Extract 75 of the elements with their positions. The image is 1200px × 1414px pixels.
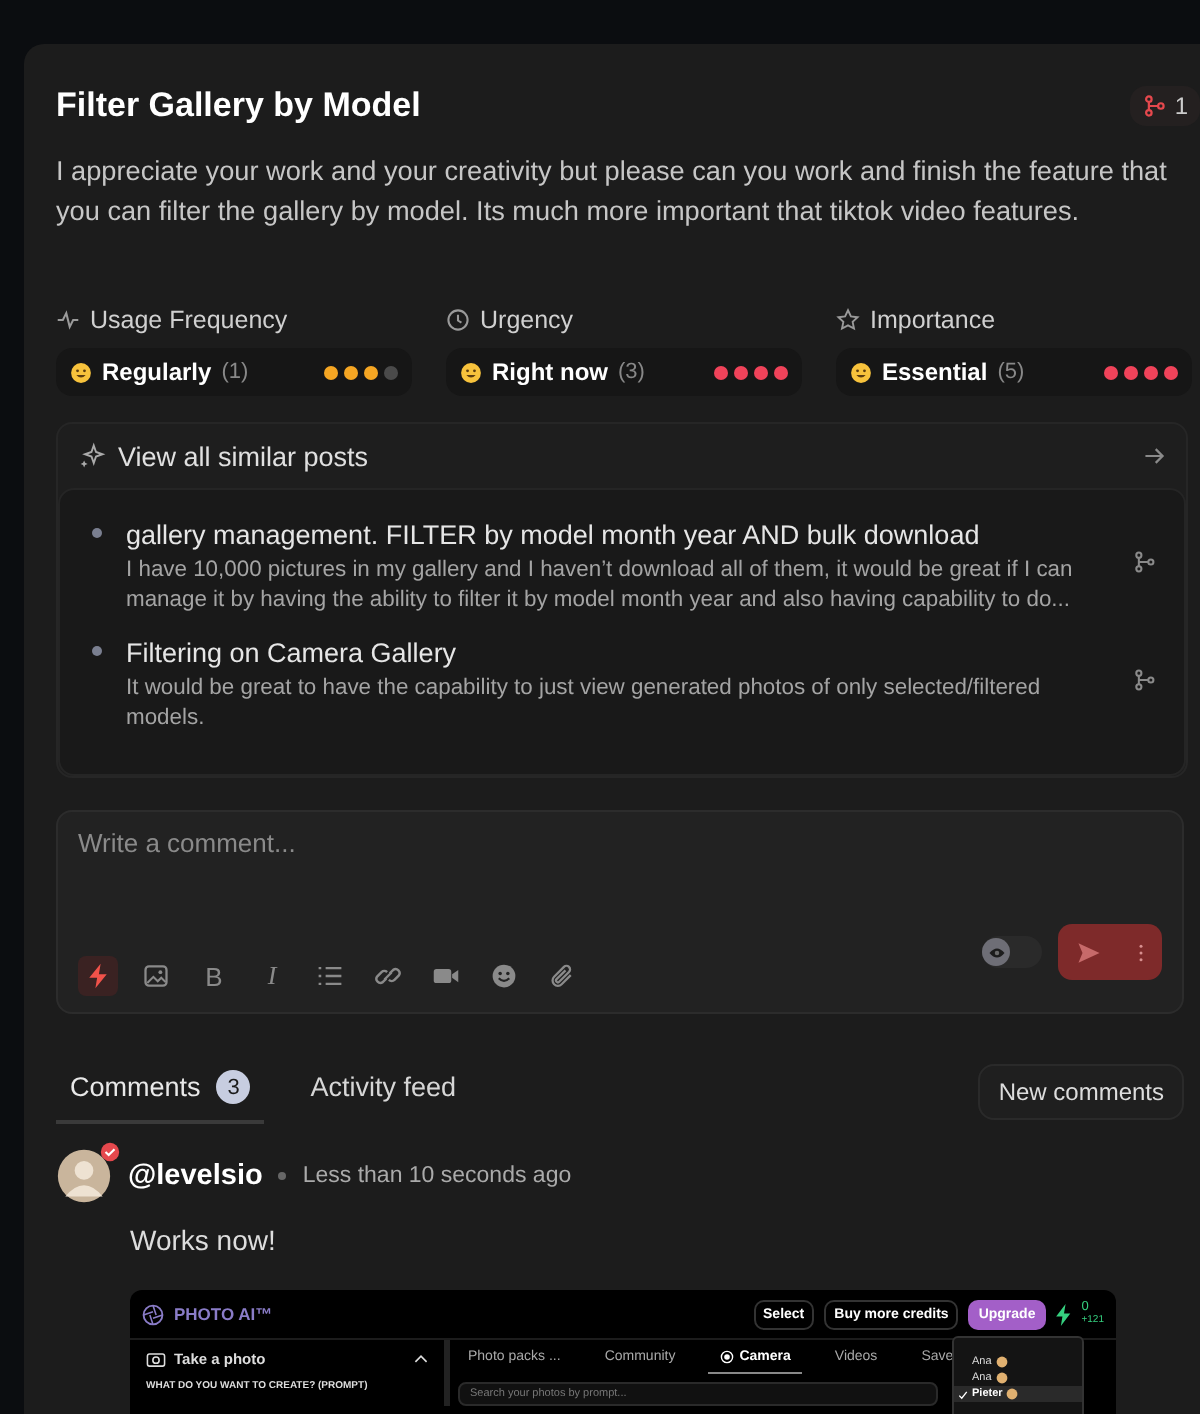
rating-dot xyxy=(364,365,378,379)
view-similar-posts-link[interactable]: View all similar posts xyxy=(58,424,1186,488)
link-icon xyxy=(374,962,402,990)
branch-icon[interactable] xyxy=(1132,668,1156,692)
smiley-icon xyxy=(850,361,872,383)
similar-post-title[interactable]: Filtering on Camera Gallery xyxy=(126,636,1108,670)
similar-post-title[interactable]: gallery management. FILTER by model month year AND bulk download xyxy=(126,518,1108,552)
comment-field[interactable]: Write a comment... B I xyxy=(56,810,1184,1014)
rating-dot xyxy=(734,365,748,379)
rating-dot xyxy=(1144,365,1158,379)
check-icon xyxy=(958,1389,968,1399)
rating-label: Usage Frequency xyxy=(90,306,288,334)
bullet-dot xyxy=(92,646,102,656)
arrow-right-icon xyxy=(1142,444,1166,468)
eye-icon xyxy=(987,943,1005,961)
rating-count: (1) xyxy=(221,360,249,384)
app-logo-text: PHOTO AI™ xyxy=(174,1304,273,1324)
rating-label: Importance xyxy=(870,306,996,334)
rating-pill[interactable]: Right now (3) xyxy=(446,348,802,396)
italic-button[interactable]: I xyxy=(252,956,292,996)
smiley-icon xyxy=(490,962,518,990)
merge-button[interactable]: 1 xyxy=(1130,86,1200,126)
target-icon xyxy=(719,1350,734,1364)
new-comments-button[interactable]: New comments xyxy=(978,1063,1184,1119)
post-title: Filter Gallery by Model xyxy=(56,84,421,128)
clock-icon xyxy=(446,308,470,332)
aperture-icon xyxy=(142,1303,164,1325)
rating-dot xyxy=(754,365,768,379)
bolt-icon xyxy=(84,962,112,990)
private-toggle[interactable] xyxy=(982,936,1042,968)
rating-dot xyxy=(384,365,398,379)
branch-icon xyxy=(1142,94,1167,118)
bold-button[interactable]: B xyxy=(194,956,234,996)
sparkle-icon xyxy=(78,442,106,470)
rating-count: (3) xyxy=(617,360,645,384)
rating-label: Urgency xyxy=(480,306,574,334)
rating-dot xyxy=(324,365,338,379)
post-description: I appreciate your work and your creativity but please can you work and finish the feature that you can filter the gallery by model. Its much more important that tiktok video features. xyxy=(56,154,1169,230)
paperclip-icon xyxy=(548,962,576,990)
count-badge: 3 xyxy=(216,1070,251,1104)
avatar[interactable] xyxy=(56,1148,112,1204)
comment-time: Less than 10 seconds ago xyxy=(302,1164,572,1188)
rating-pill[interactable]: Essential (5) xyxy=(836,348,1192,396)
rating-value: Right now xyxy=(492,358,608,386)
rating-value: Regularly xyxy=(102,358,212,386)
rating-dot xyxy=(344,365,358,379)
bullet-dot xyxy=(92,528,102,538)
tab[interactable]: Activity feed xyxy=(296,1058,471,1124)
rating-dot xyxy=(774,365,788,379)
rating-dot xyxy=(1124,365,1138,379)
smiley-icon xyxy=(70,361,92,383)
pulse-icon xyxy=(56,308,80,332)
comment-author[interactable]: @levelsio xyxy=(128,1160,263,1192)
comment-text: Works now! xyxy=(130,1224,278,1256)
branch-icon[interactable] xyxy=(1132,550,1156,574)
bolt-icon xyxy=(1055,1303,1072,1325)
smiley-icon xyxy=(460,361,482,383)
camera-icon xyxy=(146,1350,166,1368)
rating-dot xyxy=(714,365,728,379)
tab[interactable]: Comments 3 xyxy=(56,1058,265,1124)
separator-dot xyxy=(278,1172,287,1180)
rating-pill[interactable]: Regularly (1) xyxy=(56,348,412,396)
chevron-up-icon[interactable] xyxy=(414,1354,428,1364)
rating-dot xyxy=(1164,365,1178,379)
similar-post-excerpt: It would be great to have the capability to just view generated photos of only selected/filtered models. xyxy=(126,674,1043,734)
similar-post-excerpt: I have 10,000 pictures in my gallery and I haven’t download all of them, it would be great if I can manage it by having the ability to filter it by model month year and also having capability to do... xyxy=(126,556,1075,616)
rating-value: Essential xyxy=(882,358,988,386)
rating-dot xyxy=(1104,365,1118,379)
more-icon[interactable] xyxy=(1138,941,1144,963)
rating-count: (5) xyxy=(997,360,1025,384)
list-icon xyxy=(316,962,344,990)
bolt-button[interactable] xyxy=(78,956,118,996)
send-icon[interactable] xyxy=(1076,939,1102,965)
image-icon xyxy=(142,962,170,990)
star-icon xyxy=(836,308,860,332)
